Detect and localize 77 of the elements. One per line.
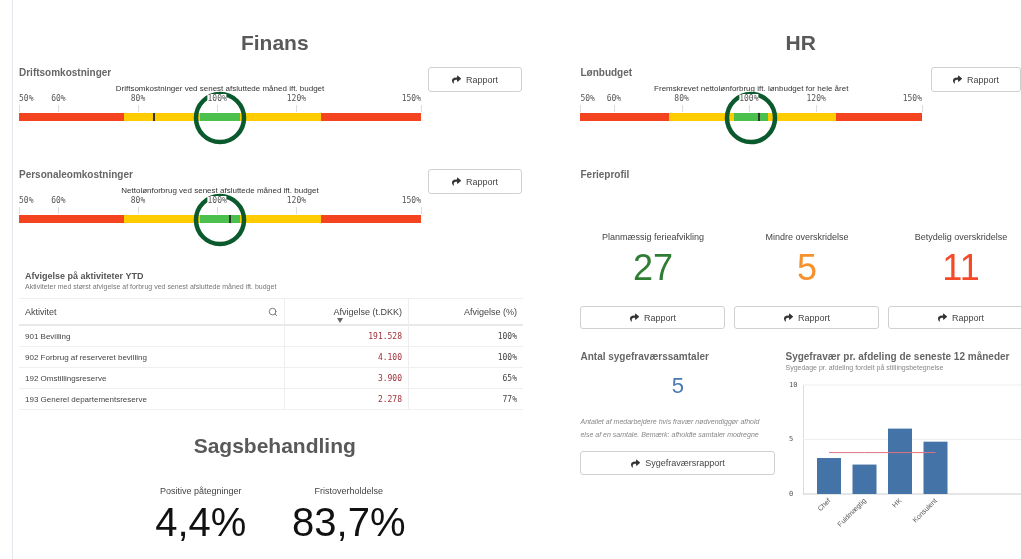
tick-label: 100% <box>207 94 227 103</box>
table-cell: 193 Generel departementsreserve <box>19 389 285 410</box>
bar <box>852 464 877 494</box>
table-cell: 192 Omstillingsreserve <box>19 368 285 389</box>
section-title: Sagsbehandling <box>192 434 357 458</box>
table-cell: 77% <box>409 389 523 410</box>
tick-label: 100% <box>739 94 759 103</box>
kpi-value: 11 <box>942 250 980 286</box>
report-button[interactable]: Sygefraværsrapport <box>580 451 776 475</box>
table-cell: 2.278 <box>285 389 409 410</box>
tick-label: 80% <box>130 94 146 103</box>
table-cell: 100% <box>409 347 523 368</box>
column-header[interactable]: Aktivitet <box>19 298 285 326</box>
kpi-label: Planmæssig ferieafvikling <box>601 232 704 242</box>
gauge-title: Lønbudget <box>580 67 634 78</box>
table-cell: 4.100 <box>285 347 409 368</box>
kpi-value: 5 <box>796 250 817 286</box>
tick-label: 60% <box>51 196 66 205</box>
gauge-caption: Nettolønforbrug ved senest afsluttede måned ift. budget <box>120 186 320 195</box>
tick-label: 50% <box>580 94 595 103</box>
sort-caret-icon <box>337 318 343 323</box>
table-title: Afvigelse på aktiviteter YTD <box>25 271 145 281</box>
tick-label: 80% <box>130 196 146 205</box>
chart-title: Sygefravær pr. afdeling de seneste 12 måneder <box>785 351 1011 362</box>
share-icon <box>937 313 947 322</box>
section-heading: Ferieprofil <box>580 169 631 180</box>
tick-label: 60% <box>51 94 66 103</box>
report-button[interactable]: Rapport <box>428 67 522 92</box>
tick-label: 150% <box>401 94 421 103</box>
report-button[interactable]: Rapport <box>888 306 1021 329</box>
share-icon <box>631 458 641 468</box>
tick-label: 120% <box>806 94 826 103</box>
tick-label: 100% <box>207 196 227 205</box>
bar <box>923 441 948 494</box>
section-heading: Antal sygefraværssamtaler <box>580 351 710 362</box>
column-header[interactable]: Afvigelse (%) <box>409 298 523 326</box>
bar <box>817 458 842 494</box>
report-button[interactable]: Rapport <box>428 169 522 194</box>
table-cell: 901 Bevilling <box>19 326 285 347</box>
report-button[interactable]: Rapport <box>931 67 1021 92</box>
report-button[interactable]: Rapport <box>580 306 726 329</box>
kpi-value: 4,4% <box>155 502 247 542</box>
share-icon <box>953 75 962 84</box>
gauge-title: Personaleomkostninger <box>19 169 134 180</box>
kpi-label: Mindre overskridelse <box>765 232 849 242</box>
kpi-label: Betydelig overskridelse <box>914 232 1008 242</box>
column-header[interactable]: Afvigelse (t.DKK) <box>285 298 409 326</box>
tick-label: 150% <box>902 94 922 103</box>
kpi-label: Fristoverholdelse <box>314 486 383 496</box>
section-title: HR <box>784 31 817 55</box>
tick-label: 50% <box>19 196 34 205</box>
search-icon[interactable] <box>268 306 278 317</box>
share-icon <box>452 177 461 186</box>
gauge-title: Driftsomkostninger <box>19 67 113 78</box>
tick-label: 60% <box>606 94 622 103</box>
tick-label: 120% <box>286 196 306 205</box>
table-cell: 65% <box>409 368 523 389</box>
tick-label: 50% <box>19 94 34 103</box>
tick-label: 80% <box>674 94 689 103</box>
table-cell: 100% <box>409 326 523 347</box>
table-cell: 3.900 <box>285 368 409 389</box>
gauge-caption: Driftsomkostninger ved senest afsluttede måned ift. budget <box>114 84 326 93</box>
kpi-value: 5 <box>671 375 685 397</box>
section-title: Finans <box>239 31 310 55</box>
table-cell: 902 Forbrug af reserveret bevilling <box>19 347 285 368</box>
gauge-caption: Fremskrevet nettolønforbrug ift. lønbudget for hele året <box>653 84 850 93</box>
kpi-label: Positive påtegninger <box>159 486 242 496</box>
bar <box>888 428 913 494</box>
kpi-value: 83,7% <box>292 502 406 542</box>
share-icon <box>629 313 639 322</box>
tick-label: 150% <box>401 196 421 205</box>
report-button[interactable]: Rapport <box>734 306 880 329</box>
kpi-value: 27 <box>632 250 673 286</box>
tick-label: 120% <box>286 94 306 103</box>
share-icon <box>452 75 461 84</box>
share-icon <box>783 313 793 322</box>
table-cell: 191.528 <box>285 326 409 347</box>
